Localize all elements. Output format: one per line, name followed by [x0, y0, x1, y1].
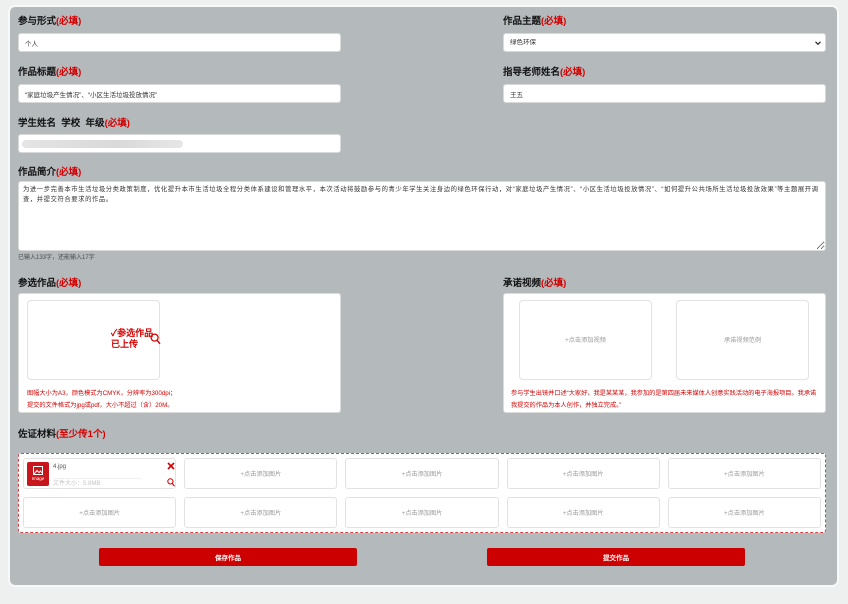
required-mark: (必填) [541, 278, 567, 289]
theme-label: 作品主题(必填) [503, 16, 567, 27]
uploaded-file-item[interactable]: Image 4.jpg 文件大小：5.8MB [23, 458, 177, 489]
title-input[interactable] [18, 84, 341, 103]
intro-textarea[interactable]: 为进一步完善本市生活垃圾分类政策制度，优化提升本市生活垃圾全程分类体系建设和管理… [18, 181, 826, 251]
add-image-slot[interactable]: +点击添加图片 [23, 497, 177, 528]
entry-upload-panel: ✓参选作品 已上传 图幅大小为A3，颜色模式为CMYK，分辨率为300dpi； … [18, 293, 341, 413]
search-icon[interactable] [150, 333, 161, 345]
evidence-grid: Image 4.jpg 文件大小：5.8MB +点击添加图片 +点击添加图片 +… [18, 453, 826, 533]
video-requirements: 参与学生出镜并口述“大家好，我是某某某，我参加的是第四届未来媒体人创意实践活动的… [511, 388, 816, 412]
add-image-slot[interactable]: +点击添加图片 [184, 497, 338, 528]
add-image-slot[interactable]: +点击添加图片 [184, 458, 338, 489]
participation-label: 参与形式(必填) [18, 16, 82, 27]
required-mark: (必填) [56, 167, 82, 178]
required-mark: (必填) [56, 67, 82, 78]
intro-label: 作品简介(必填) [18, 167, 82, 178]
upload-status: ✓参选作品 已上传 [111, 328, 153, 349]
add-video-tile[interactable]: +点击添加视频 [519, 300, 652, 380]
entry-label: 参选作品(必填) [18, 278, 82, 289]
image-glyph [33, 466, 43, 475]
teacher-label: 指导老师姓名(必填) [503, 67, 586, 78]
char-counter: 已输入133字，还能输入17字 [18, 255, 95, 261]
save-button[interactable]: 保存作品 [99, 548, 357, 566]
evidence-label: 佐证材料(至少传1个) [18, 429, 106, 440]
requirement-line: 我提交的作品为本人创作，并独立完成。” [511, 402, 622, 409]
search-icon[interactable] [167, 478, 175, 487]
theme-select[interactable]: 绿色环保 [503, 33, 826, 52]
entry-requirements: 图幅大小为A3，颜色模式为CMYK，分辨率为300dpi； 提交的文件格式为jp… [27, 388, 176, 412]
student-label: 学生姓名 学校 年级(必填) [18, 118, 130, 129]
video-label: 承诺视频(必填) [503, 278, 567, 289]
required-mark: (必填) [104, 118, 130, 129]
video-example-tile[interactable]: 承诺视频范例 [676, 300, 809, 380]
upload-status-line: 已上传 [111, 338, 139, 349]
required-mark: (必填) [560, 67, 586, 78]
add-image-slot[interactable]: +点击添加图片 [345, 458, 499, 489]
file-name: 4.jpg [53, 464, 67, 470]
required-mark: (至少传1个) [56, 429, 106, 440]
teacher-input[interactable] [503, 84, 826, 103]
participation-input[interactable] [18, 33, 341, 52]
video-example-label: 承诺视频范例 [723, 337, 762, 344]
close-icon[interactable] [167, 462, 175, 470]
add-image-slot[interactable]: +点击添加图片 [667, 497, 821, 528]
add-image-slot[interactable]: +点击添加图片 [667, 458, 821, 489]
requirement-line: 参与学生出镜并口述“大家好，我是某某某，我参加的是第四届未来媒体人创意实践活动的… [511, 390, 817, 397]
file-meta: 文件大小：5.8MB [53, 478, 141, 488]
requirement-line: 图幅大小为A3，颜色模式为CMYK，分辨率为300dpi； [27, 390, 177, 397]
thumb-label: Image [31, 477, 45, 482]
redacted-value [22, 140, 183, 148]
required-mark: (必填) [56, 278, 82, 289]
title-label: 作品标题(必填) [18, 67, 82, 78]
required-mark: (必填) [56, 16, 82, 27]
add-video-label: +点击添加视频 [565, 337, 606, 344]
add-image-slot[interactable]: +点击添加图片 [345, 497, 499, 528]
entry-upload-tile[interactable]: ✓参选作品 已上传 [27, 300, 161, 380]
image-file-icon: Image [27, 462, 49, 486]
video-upload-panel: +点击添加视频 承诺视频范例 参与学生出镜并口述“大家好，我是某某某，我参加的是… [503, 293, 826, 413]
add-image-slot[interactable]: +点击添加图片 [506, 458, 660, 489]
requirement-line: 提交的文件格式为jpg或pdf，大小不超过（含）20M。 [27, 402, 174, 409]
required-mark: (必填) [541, 16, 567, 27]
upload-status-line: ✓参选作品 [111, 328, 154, 338]
add-image-slot[interactable]: +点击添加图片 [506, 497, 660, 528]
submit-button[interactable]: 提交作品 [487, 548, 745, 566]
